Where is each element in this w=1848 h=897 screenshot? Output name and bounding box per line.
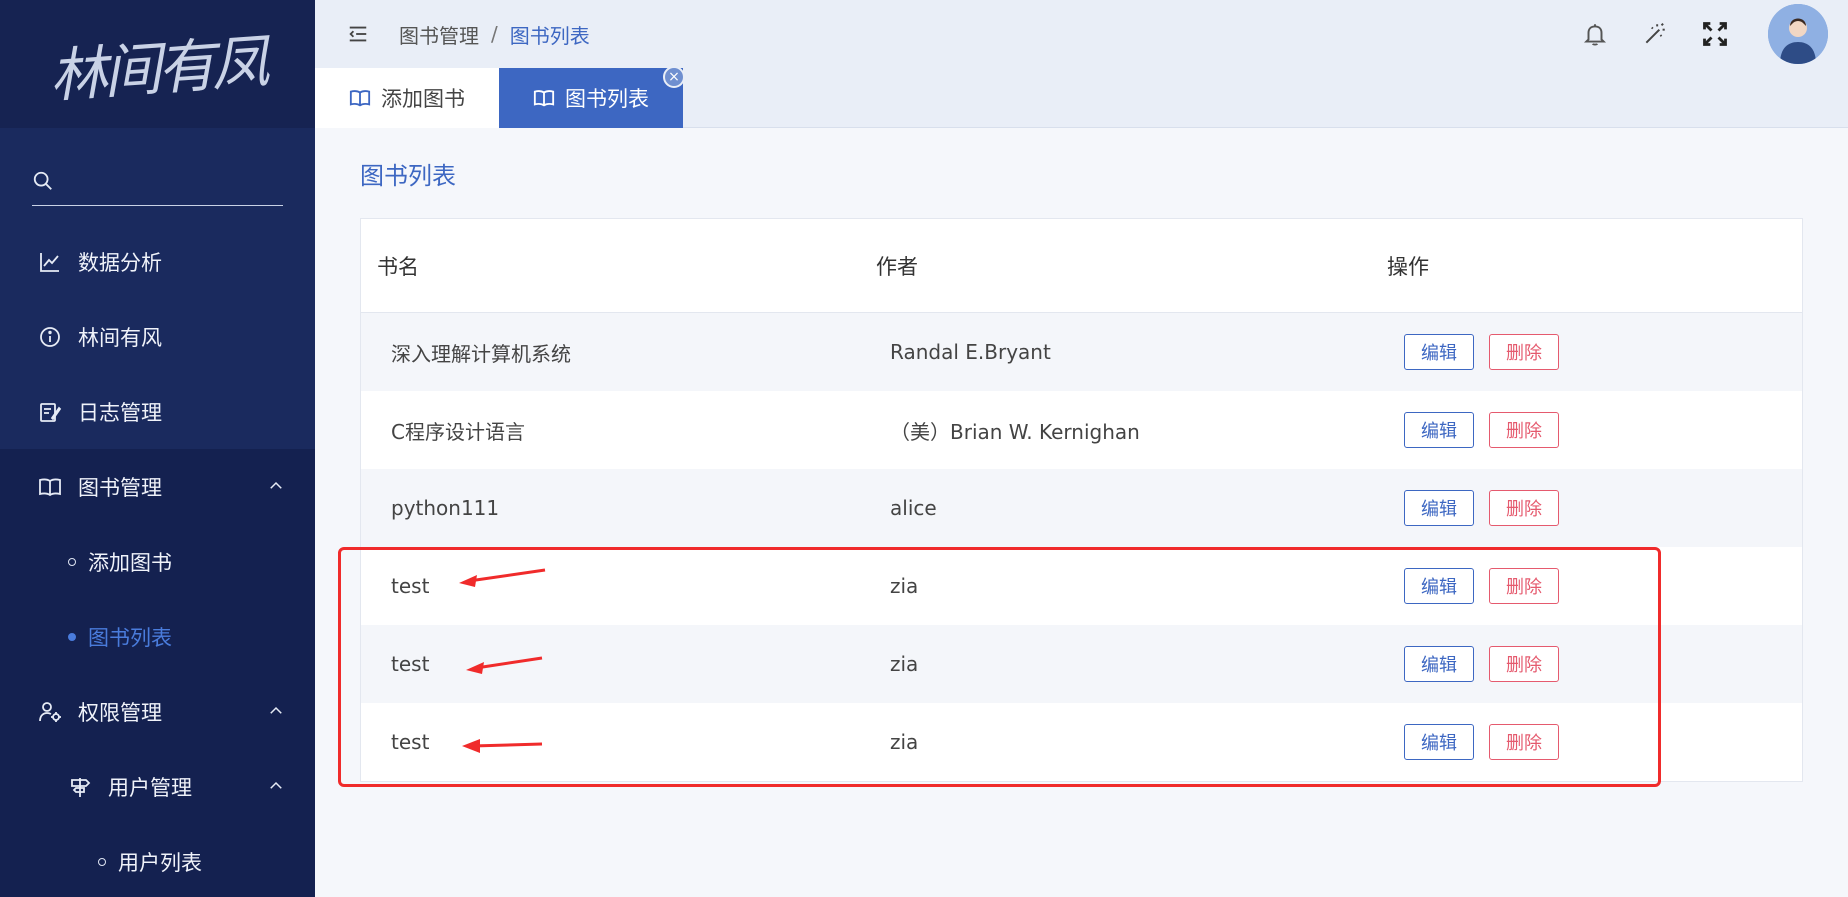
tab-book-list[interactable]: 图书列表 × [499, 66, 685, 128]
bullet-dot [98, 857, 106, 866]
delete-button[interactable]: 删除 [1489, 412, 1559, 448]
avatar[interactable] [1768, 4, 1828, 64]
fullscreen-icon[interactable] [1700, 19, 1730, 49]
table-row: 深入理解计算机系统 Randal E.Bryant 编辑 删除 [361, 313, 1802, 391]
table-row: C程序设计语言 （美）Brian W. Kernighan 编辑 删除 [361, 391, 1802, 469]
sidebar-item-label: 林间有风 [78, 325, 162, 350]
edit-button[interactable]: 编辑 [1404, 568, 1474, 604]
menu-fold-icon[interactable] [347, 23, 369, 45]
sidebar-item-label: 用户管理 [108, 775, 192, 800]
column-header-actions: 操作 [1387, 254, 1429, 279]
close-icon[interactable]: × [663, 66, 685, 88]
sidebar-item-book-management[interactable]: 图书管理 [0, 449, 315, 524]
edit-button[interactable]: 编辑 [1404, 412, 1474, 448]
sidebar-search[interactable] [32, 156, 283, 206]
sidebar-item-label: 数据分析 [78, 250, 162, 275]
tab-label: 添加图书 [381, 87, 465, 111]
info-icon [38, 325, 62, 349]
signpost-icon [68, 775, 92, 799]
book-icon [38, 475, 62, 499]
cell-author: zia [890, 574, 919, 598]
cell-actions: 编辑 删除 [1387, 646, 1802, 682]
chevron-up-icon [270, 781, 282, 789]
table-body: 深入理解计算机系统 Randal E.Bryant 编辑 删除 C程序设计语言 （美）Br… [361, 313, 1802, 781]
sidebar-menu: 数据分析 林间有风 日志管理 图书管理 添加图书 图书列表 权限管理 用户管理 … [0, 224, 315, 897]
sidebar-item-label: 用户列表 [118, 850, 202, 875]
book-icon [533, 86, 557, 110]
book-management-group: 图书管理 添加图书 图书列表 权限管理 用户管理 用户列表 [0, 449, 315, 897]
tab-label: 图书列表 [565, 87, 649, 111]
sidebar-item-label: 图书管理 [78, 475, 162, 500]
breadcrumb-current: 图书列表 [509, 23, 590, 48]
cell-actions: 编辑 删除 [1387, 568, 1802, 604]
logo: 林间有凤 [0, 0, 315, 128]
sidebar-item-book-list[interactable]: 图书列表 [0, 599, 315, 674]
bullet-dot [68, 632, 76, 641]
edit-button[interactable]: 编辑 [1404, 646, 1474, 682]
cell-author: alice [890, 496, 937, 520]
logo-text: 林间有凤 [47, 27, 268, 111]
delete-button[interactable]: 删除 [1489, 724, 1559, 760]
breadcrumb: 图书管理 / 图书列表 [399, 20, 590, 49]
sidebar-item-label: 日志管理 [78, 400, 162, 425]
delete-button[interactable]: 删除 [1489, 334, 1559, 370]
sidebar-item-data-analysis[interactable]: 数据分析 [0, 224, 315, 299]
cell-title: test [391, 730, 430, 754]
sidebar-item-logs[interactable]: 日志管理 [0, 374, 315, 449]
sidebar-item-label: 图书列表 [88, 625, 172, 650]
magic-wand-icon[interactable] [1640, 19, 1670, 49]
chevron-up-icon [270, 481, 282, 489]
log-edit-icon [38, 400, 62, 424]
search-icon [33, 171, 52, 190]
cell-title: C程序设计语言 [391, 419, 525, 444]
book-icon [349, 86, 373, 110]
breadcrumb-separator: / [491, 22, 498, 46]
header-actions [1580, 4, 1828, 64]
table-row: test zia 编辑 删除 [361, 547, 1802, 625]
cell-title: 深入理解计算机系统 [391, 341, 571, 366]
delete-button[interactable]: 删除 [1489, 568, 1559, 604]
sidebar-item-label: 权限管理 [78, 700, 162, 725]
sidebar-item-label: 添加图书 [88, 550, 172, 575]
cell-actions: 编辑 删除 [1387, 490, 1802, 526]
top-header: 图书管理 / 图书列表 [315, 0, 1848, 68]
cell-author: zia [890, 652, 919, 676]
tab-add-book[interactable]: 添加图书 [315, 68, 499, 128]
cell-actions: 编辑 删除 [1387, 334, 1802, 370]
cell-title: test [391, 574, 430, 598]
edit-button[interactable]: 编辑 [1404, 490, 1474, 526]
sidebar-item-linjian[interactable]: 林间有风 [0, 299, 315, 374]
table-row: python111 alice 编辑 删除 [361, 469, 1802, 547]
table-row: test zia 编辑 删除 [361, 625, 1802, 703]
cell-title: test [391, 652, 430, 676]
cell-author: zia [890, 730, 919, 754]
sidebar-item-user-list[interactable]: 用户列表 [0, 824, 315, 897]
tab-bar: 添加图书 图书列表 × [315, 66, 1848, 128]
user-settings-icon [38, 700, 62, 724]
table-header: 书名 作者 操作 [361, 219, 1802, 313]
column-header-title: 书名 [377, 254, 419, 279]
cell-title: python111 [391, 496, 500, 520]
table-row: test zia 编辑 删除 [361, 703, 1802, 781]
delete-button[interactable]: 删除 [1489, 646, 1559, 682]
sidebar-item-user-management[interactable]: 用户管理 [0, 749, 315, 824]
column-header-author: 作者 [876, 254, 918, 279]
bullet-dot [68, 557, 76, 566]
chevron-up-icon [270, 706, 282, 714]
chart-line-icon [38, 250, 62, 274]
bell-icon[interactable] [1580, 19, 1610, 49]
cell-author: （美）Brian W. Kernighan [890, 419, 1140, 444]
sidebar: 林间有凤 数据分析 林间有风 日志管理 图书管理 添加图书 图书列表 权限管理 … [0, 0, 315, 897]
cell-actions: 编辑 删除 [1387, 412, 1802, 448]
cell-author: Randal E.Bryant [890, 340, 1051, 364]
edit-button[interactable]: 编辑 [1404, 724, 1474, 760]
page-title: 图书列表 [360, 162, 456, 190]
sidebar-item-permissions[interactable]: 权限管理 [0, 674, 315, 749]
book-table: 书名 作者 操作 深入理解计算机系统 Randal E.Bryant 编辑 删除 C程序… [360, 218, 1803, 782]
cell-actions: 编辑 删除 [1387, 724, 1802, 760]
sidebar-item-add-book[interactable]: 添加图书 [0, 524, 315, 599]
delete-button[interactable]: 删除 [1489, 490, 1559, 526]
edit-button[interactable]: 编辑 [1404, 334, 1474, 370]
breadcrumb-item[interactable]: 图书管理 [399, 20, 479, 49]
